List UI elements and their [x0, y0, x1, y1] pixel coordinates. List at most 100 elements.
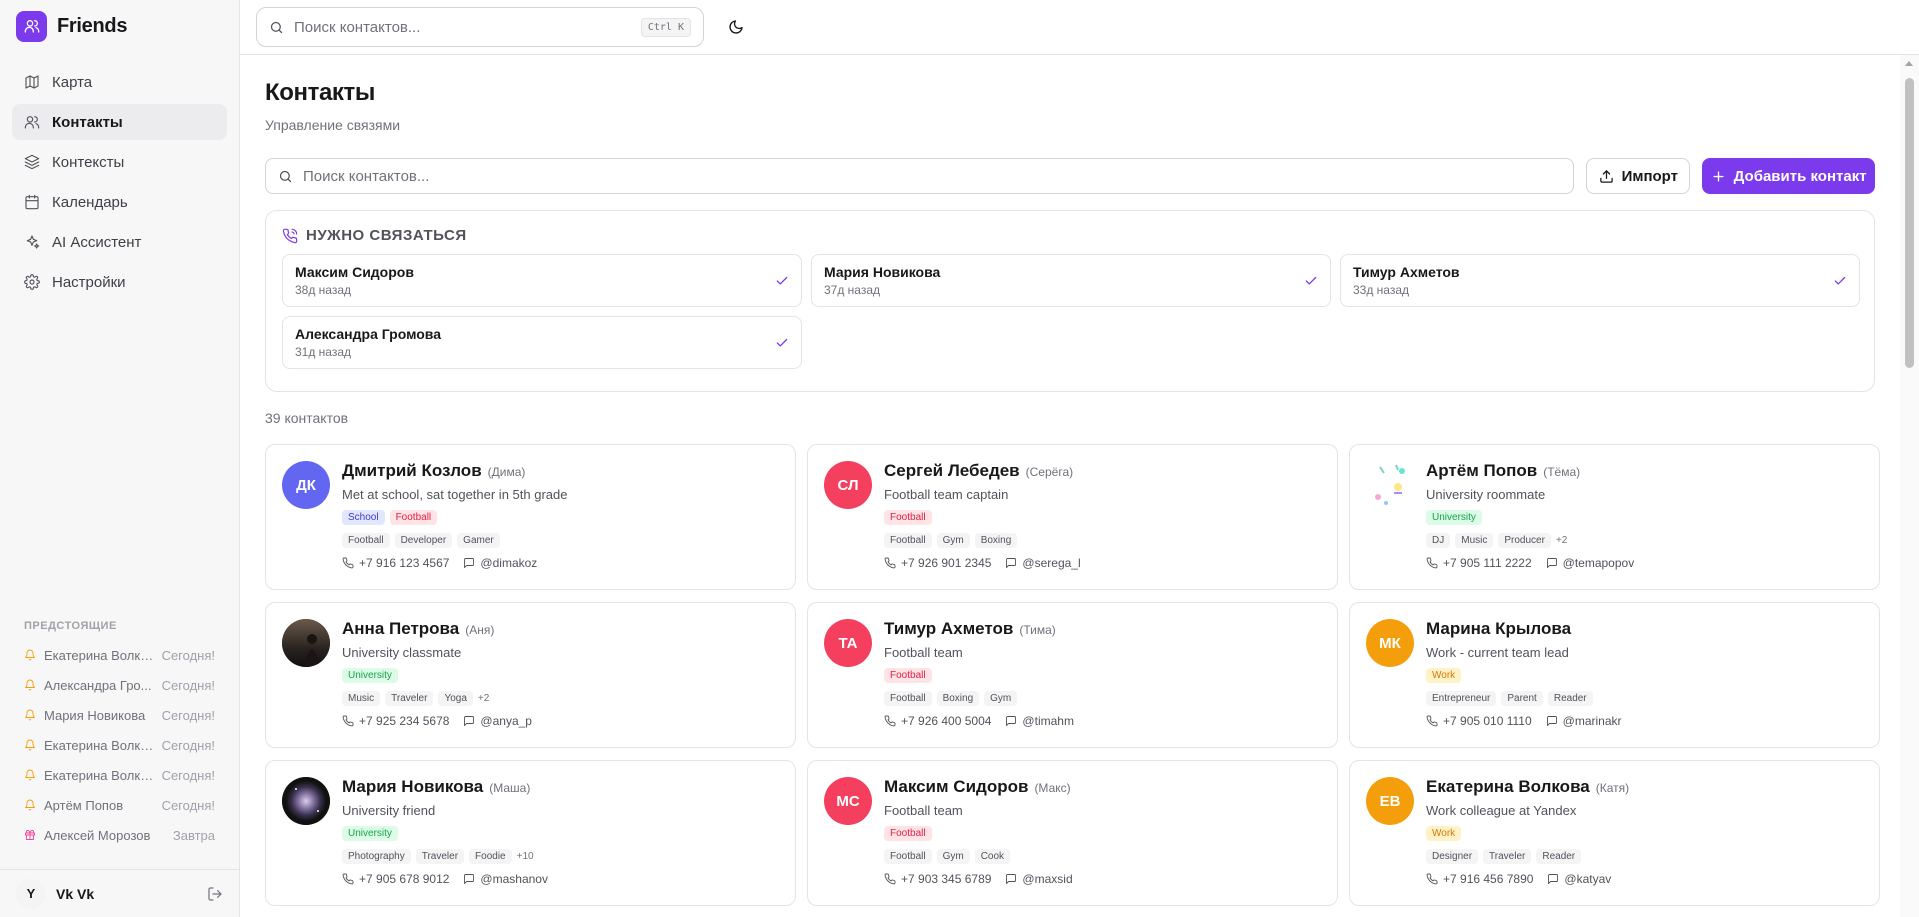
contacts-search-input[interactable]: Поиск контактов...	[265, 158, 1575, 194]
upcoming-item[interactable]: Мария Новикова Сегодня!	[24, 700, 215, 730]
tag: Gamer	[457, 533, 500, 548]
contact-card[interactable]: ДК Дмитрий Козлов (Дима) Met at school, …	[265, 444, 796, 590]
avatar: ДК	[282, 461, 330, 509]
contact-name: Марина Крылова	[1426, 619, 1572, 638]
nav-item-map[interactable]: Карта	[12, 64, 227, 100]
reach-out-panel: НУЖНО СВЯЗАТЬСЯ Максим Сидоров 38д назад…	[265, 210, 1875, 392]
handle-text: @katyav	[1564, 872, 1612, 886]
contact-handle[interactable]: @katyav	[1547, 872, 1611, 886]
contact-handle[interactable]: @mashanov	[463, 872, 548, 886]
contact-description: Football team	[884, 803, 963, 818]
upcoming-item[interactable]: Екатерина Волко... Сегодня!	[24, 760, 215, 790]
contact-phone[interactable]: +7 926 400 5004	[884, 714, 991, 728]
contact-phone[interactable]: +7 926 901 2345	[884, 556, 991, 570]
contact-phone[interactable]: +7 905 111 2222	[1426, 556, 1532, 570]
contact-card[interactable]: СЛ Сергей Лебедев (Серёга) Football team…	[807, 444, 1338, 590]
contact-phone[interactable]: +7 905 678 9012	[342, 872, 449, 886]
avatar: ТА	[824, 619, 872, 667]
contact-phone[interactable]: +7 903 345 6789	[884, 872, 991, 886]
context-badge[interactable]: University	[342, 826, 398, 841]
tag: Parent	[1501, 691, 1543, 706]
contact-handle[interactable]: @maxsid	[1005, 872, 1073, 886]
gear-icon	[24, 274, 40, 290]
contact-handle[interactable]: @temapopov	[1546, 556, 1634, 570]
reach-out-card[interactable]: Мария Новикова 37д назад	[811, 254, 1331, 307]
contact-phone[interactable]: +7 916 123 4567	[342, 556, 449, 570]
context-badge[interactable]: Work	[1426, 668, 1462, 683]
phone-icon	[342, 873, 354, 885]
check-icon[interactable]	[775, 336, 789, 350]
contact-card[interactable]: Анна Петрова (Аня) University classmate …	[265, 602, 796, 748]
context-badge[interactable]: School	[342, 510, 385, 525]
upcoming-item[interactable]: Артём Попов Сегодня!	[24, 790, 215, 820]
nav-label: AI Ассистент	[52, 233, 142, 251]
import-button[interactable]: Импорт	[1586, 158, 1691, 194]
contact-card[interactable]: ЕВ Екатерина Волкова (Катя) Work colleag…	[1349, 760, 1880, 906]
message-icon	[1006, 874, 1017, 884]
upcoming-list: Екатерина Волко... Сегодня! Александра Гро…	[24, 640, 215, 850]
context-badge[interactable]: Football	[884, 826, 932, 841]
brand[interactable]: Friends	[0, 0, 239, 52]
contact-description: Football team captain	[884, 487, 1009, 502]
tag: Football	[342, 533, 390, 548]
check-icon[interactable]	[775, 274, 789, 288]
nav-item-ai-assistant[interactable]: AI Ассистент	[12, 224, 227, 260]
reach-out-card[interactable]: Александра Громова 31д назад	[282, 316, 802, 369]
context-badge[interactable]: Football	[884, 510, 932, 525]
upcoming-item[interactable]: Екатерина Волко... Сегодня!	[24, 640, 215, 670]
user-avatar[interactable]: Y	[16, 878, 46, 909]
context-badge[interactable]: University	[1426, 510, 1482, 525]
check-icon[interactable]	[1833, 274, 1847, 288]
upcoming-item[interactable]: Алексей Морозов Завтра	[24, 820, 215, 850]
contact-card[interactable]: МК Марина Крылова Work - current team le…	[1349, 602, 1880, 748]
contact-phone[interactable]: +7 905 010 1110	[1426, 714, 1532, 728]
nav-item-contacts[interactable]: Контакты	[12, 104, 227, 140]
name-row: Артём Попов (Тёма)	[1426, 461, 1863, 481]
contact-handle[interactable]: @timahm	[1005, 714, 1074, 728]
contact-phone[interactable]: +7 925 234 5678	[342, 714, 449, 728]
reach-out-card[interactable]: Максим Сидоров 38д назад	[282, 254, 802, 307]
import-label: Импорт	[1621, 167, 1678, 185]
upcoming-item[interactable]: Екатерина Волко... Сегодня!	[24, 730, 215, 760]
context-badge[interactable]: Football	[389, 510, 438, 525]
check-icon[interactable]	[1304, 274, 1318, 288]
nav-item-contexts[interactable]: Контексты	[12, 144, 227, 180]
contact-card[interactable]: Артём Попов (Тёма) University roommate U…	[1349, 444, 1880, 590]
context-badge[interactable]: Work	[1426, 826, 1462, 841]
contact-card-body: Дмитрий Козлов (Дима) Met at school, sat…	[342, 461, 779, 573]
contact-card[interactable]: Мария Новикова (Маша) University friend …	[265, 760, 796, 906]
tag: Traveler	[1483, 849, 1532, 864]
phone-icon	[884, 557, 896, 569]
context-badge[interactable]: University	[342, 668, 398, 683]
nav-item-settings[interactable]: Настройки	[12, 264, 227, 300]
contact-handle[interactable]: @anya_p	[463, 714, 532, 728]
contact-card-body: Екатерина Волкова (Катя) Work colleague …	[1426, 777, 1863, 889]
scroll-thumb[interactable]	[1905, 78, 1914, 368]
add-contact-button[interactable]: Добавить контакт	[1702, 158, 1876, 194]
logout-icon[interactable]	[207, 886, 223, 902]
message-icon	[1546, 716, 1557, 726]
bell-icon	[25, 679, 35, 691]
contact-description: University friend	[342, 803, 436, 818]
contact-card[interactable]: МС Максим Сидоров (Макс) Football team F…	[807, 760, 1338, 906]
contact-phone[interactable]: +7 916 456 7890	[1426, 872, 1533, 886]
context-badge[interactable]: Football	[884, 668, 932, 683]
moon-icon[interactable]	[728, 19, 744, 35]
scrollbar[interactable]	[1900, 55, 1919, 917]
tag: Gym	[984, 691, 1018, 706]
contact-handle[interactable]: @marinakr	[1546, 714, 1622, 728]
upload-icon	[1599, 169, 1613, 183]
nav-item-calendar[interactable]: Календарь	[12, 184, 227, 220]
upcoming-item[interactable]: Александра Гро... Сегодня!	[24, 670, 215, 700]
scroll-up-arrow[interactable]	[1905, 61, 1913, 66]
bell-icon	[25, 739, 35, 751]
contact-card[interactable]: ТА Тимур Ахметов (Тима) Football team Fo…	[807, 602, 1338, 748]
contact-handle[interactable]: @dimakoz	[463, 556, 537, 570]
contact-handle[interactable]: @serega_l	[1005, 556, 1081, 570]
bell-icon	[25, 799, 35, 811]
app-name: Friends	[57, 14, 128, 37]
reach-out-card[interactable]: Тимур Ахметов 33д назад	[1340, 254, 1860, 307]
tags-more: +2	[1555, 535, 1568, 546]
upcoming-when: Сегодня!	[161, 737, 215, 753]
global-search-input[interactable]: Поиск контактов... Ctrl K	[256, 7, 704, 47]
